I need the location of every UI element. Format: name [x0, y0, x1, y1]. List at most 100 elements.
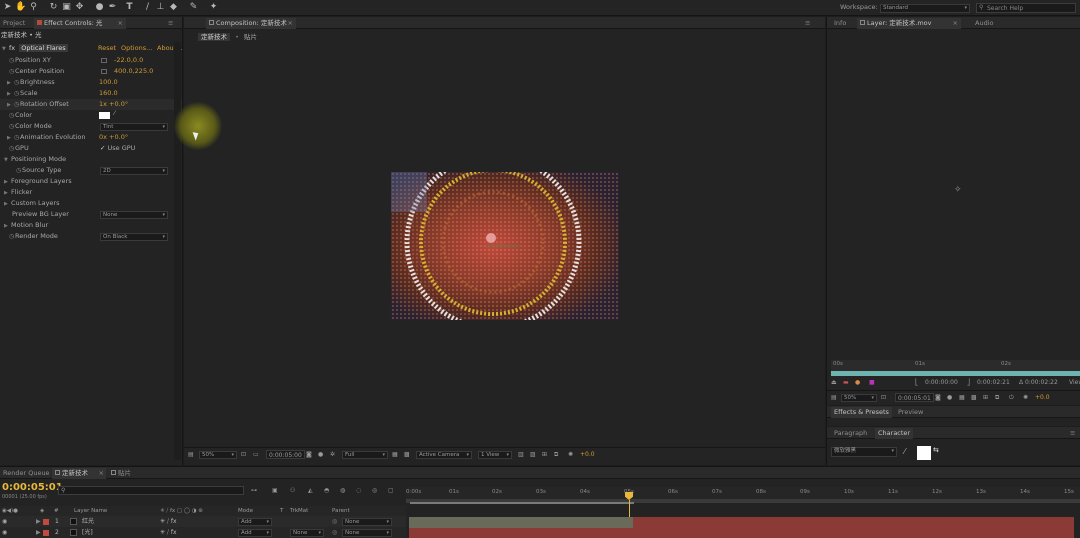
tab-composition[interactable]: Composition: 定新技术 × [206, 18, 296, 29]
color-channel-icon[interactable]: ● [318, 450, 323, 459]
magnification-select[interactable]: 50% [199, 451, 237, 459]
layer-exposure-value[interactable]: +0.0 [1035, 393, 1050, 402]
always-preview-icon[interactable]: ▤ [831, 393, 837, 402]
swap-colors-icon[interactable]: ⇆ [933, 446, 939, 454]
source-type-select[interactable]: 2D [100, 167, 168, 175]
camera-select[interactable]: Active Camera [416, 451, 472, 459]
font-family-select[interactable]: 微软雅黑 [831, 447, 897, 457]
mask-icon[interactable]: ▬ [843, 378, 849, 387]
center-position-value[interactable]: 400.0,225.0 [114, 66, 153, 77]
layer-magnification-select[interactable]: 50% [841, 394, 877, 402]
prop-render-mode[interactable]: ◷Render Mode [9, 231, 58, 242]
workspace-select[interactable]: Standard [880, 4, 970, 13]
hand-tool-icon[interactable]: ✋ [15, 2, 26, 13]
parent-column[interactable]: Parent [332, 506, 350, 516]
work-area-bar[interactable] [410, 502, 634, 504]
parent-select[interactable]: None [342, 529, 392, 537]
layer-mode-select[interactable]: Add [238, 518, 272, 526]
t-column[interactable]: T [280, 506, 283, 516]
current-time[interactable]: 0:00:05:00 [266, 450, 305, 459]
layer-switches-icon[interactable]: ✳ ⧸ fx [160, 516, 177, 527]
region-icon[interactable]: ▭ [253, 450, 259, 459]
prop-color-mode[interactable]: ◷Color Mode [9, 121, 52, 132]
toggle-icon[interactable]: ⏻ [1009, 393, 1014, 402]
trkmat-column[interactable]: TrkMat [290, 506, 308, 516]
color-mode-select[interactable]: Tint [100, 123, 168, 131]
fit-icon[interactable]: ⊡ [881, 393, 886, 402]
resolution-select[interactable]: Full [342, 451, 388, 459]
trkmat-select[interactable]: None [290, 529, 324, 537]
label-color-icon[interactable] [43, 530, 49, 536]
color-channel-icon[interactable]: ● [947, 393, 952, 402]
layer-time-ruler[interactable]: 00s 01s 02s [831, 360, 1080, 371]
prop-center-position[interactable]: ◷Center Position [9, 66, 64, 77]
render-mode-select[interactable]: On Black [100, 233, 168, 241]
layer-current-time[interactable]: 0:00:05:01 [895, 393, 934, 402]
rotation-offset-value[interactable]: 1x +0.0° [99, 99, 128, 110]
tab-preview[interactable]: Preview [895, 407, 926, 418]
auto-keyframe-icon[interactable]: ◎ [372, 486, 377, 495]
layer-bar-2[interactable] [409, 528, 1074, 538]
prop-brightness[interactable]: ▶ ◷Brightness [7, 77, 55, 88]
eraser-tool-icon[interactable]: ◆ [168, 2, 179, 13]
tab-render-queue[interactable]: Render Queue [0, 468, 53, 479]
roto-brush-tool-icon[interactable]: ✎ [188, 2, 199, 13]
layer-switches-icon[interactable]: ✳ ⧸ fx [160, 527, 177, 538]
scale-value[interactable]: 160.0 [99, 88, 118, 99]
fast-preview-icon[interactable]: ▨ [530, 450, 536, 459]
options-link[interactable]: Options... [121, 43, 152, 54]
eyedropper-icon[interactable]: ⁄ [114, 110, 115, 117]
animation-evolution-value[interactable]: 0x +0.0° [99, 132, 128, 143]
breadcrumb-sub[interactable]: 贴片 [244, 33, 257, 41]
puppet-tool-icon[interactable]: ✦ [208, 2, 219, 13]
timeline-current-time[interactable]: 0:00:05:01 [2, 482, 63, 493]
toggle-pixel-icon[interactable]: ▥ [518, 450, 524, 459]
timeline-search-input[interactable]: ⚲ [58, 486, 244, 495]
parent-select[interactable]: None [342, 518, 392, 526]
tab-timeline-sub[interactable]: 贴片 [108, 468, 134, 479]
visibility-icon[interactable]: ◉ [2, 516, 7, 527]
prop-rotation-offset[interactable]: ▶ ◷Rotation Offset [0, 99, 182, 110]
out-time[interactable]: 0:00:02:21 [977, 378, 1010, 387]
text-tool-icon[interactable]: T [124, 2, 135, 13]
crosshair-icon[interactable] [101, 69, 107, 74]
tab-effect-controls[interactable]: Effect Controls: 光 × [34, 18, 126, 29]
preview-bg-layer-select[interactable]: None [100, 211, 168, 219]
exposure-icon[interactable]: ✺ [1023, 393, 1028, 402]
snapshot-icon[interactable]: ◙ [306, 450, 312, 459]
grid-icon[interactable]: ⊞ [983, 393, 988, 402]
group-motion-blur[interactable]: ▶ Motion Blur [4, 220, 48, 231]
in-time[interactable]: 0:00:00:00 [925, 378, 958, 387]
layer-mode-select[interactable]: Add [238, 529, 272, 537]
group-custom-layers[interactable]: ▶ Custom Layers [4, 198, 59, 209]
comp-viewer-frame[interactable] [391, 172, 619, 320]
eyedropper-icon[interactable]: ⁄ [904, 447, 905, 456]
hide-shy-icon[interactable]: ⚇ [290, 486, 295, 495]
use-gpu-checkbox[interactable]: ✓ Use GPU [100, 143, 135, 154]
fit-icon[interactable]: ⊡ [241, 450, 246, 459]
rotate-tool-icon[interactable]: ↻ [48, 2, 59, 13]
frame-blending-icon[interactable]: ◭ [308, 486, 313, 495]
close-icon[interactable]: × [118, 18, 123, 29]
pen-tool-icon[interactable]: ✒ [107, 2, 118, 13]
tab-project[interactable]: Project [0, 18, 28, 29]
tab-info[interactable]: Info [831, 18, 849, 29]
pickwhip-icon[interactable]: ◎ [332, 516, 337, 527]
always-preview-icon[interactable]: ▤ [188, 450, 194, 459]
group-foreground-layers[interactable]: ▶ Foreground Layers [4, 176, 72, 187]
view-layout-select[interactable]: 1 View [478, 451, 512, 459]
brightness-value[interactable]: 100.0 [99, 77, 118, 88]
tab-audio[interactable]: Audio [972, 18, 996, 29]
group-positioning-mode[interactable]: ▼ Positioning Mode [4, 154, 66, 165]
prop-color[interactable]: ◷Color [9, 110, 32, 121]
expand-icon[interactable]: ▶ [36, 527, 41, 538]
label-color-icon[interactable] [43, 519, 49, 525]
mode-column[interactable]: Mode [238, 506, 253, 516]
brainstorm-icon[interactable]: ◍ [340, 486, 345, 495]
layer-bar-1[interactable] [409, 517, 633, 528]
overlay-icon[interactable]: ⧉ [995, 393, 999, 402]
transparency-grid-icon[interactable]: ▩ [971, 393, 977, 402]
group-flicker[interactable]: ▶ Flicker [4, 187, 32, 198]
motion-blur-icon[interactable]: ◓ [324, 486, 329, 495]
layer-name[interactable]: [光] [82, 527, 93, 538]
